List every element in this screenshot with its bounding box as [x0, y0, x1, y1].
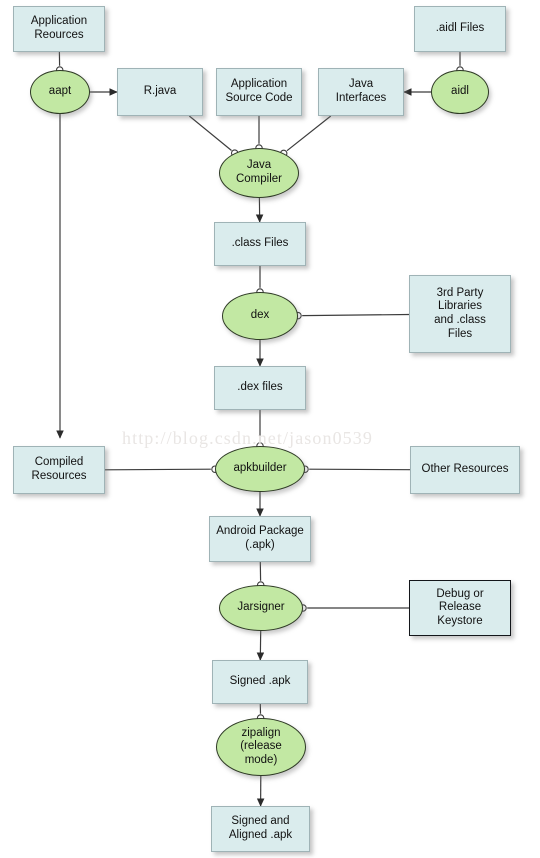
node-jarsigner: Jarsigner [219, 585, 303, 631]
edge-rjava-to-java-compiler [188, 115, 232, 151]
node-label-third-party-libs: 3rd Party Libraries and .class Files [434, 286, 486, 340]
node-aapt: aapt [30, 70, 90, 114]
node-java-compiler: Java Compiler [219, 148, 299, 198]
diagram-canvas: http://blog.csdn.net/jason0539 Applicati… [0, 0, 540, 858]
edge-other-resources-to-apkbuilder [309, 468, 411, 471]
node-label-java-compiler: Java Compiler [235, 159, 282, 185]
node-dex-files: .dex files [214, 366, 306, 410]
node-label-app-resources: Application Reources [30, 15, 88, 41]
node-label-app-source-code: Application Source Code [225, 78, 293, 104]
node-class-files: .class Files [214, 222, 306, 266]
node-label-signed-apk: Signed .apk [229, 675, 291, 688]
node-label-signed-aligned-apk: Signed and Aligned .apk [228, 815, 293, 841]
node-label-dex: dex [250, 309, 270, 322]
node-android-package: Android Package (.apk) [209, 516, 311, 562]
node-rjava: R.java [117, 68, 203, 116]
node-label-aidl: aidl [451, 85, 469, 98]
node-java-interfaces: Java Interfaces [318, 68, 404, 116]
node-label-compiled-resources: Compiled Resources [31, 456, 87, 482]
node-label-keystore: Debug or Release Keystore [436, 587, 484, 627]
edge-third-party-libs-to-dex [302, 313, 410, 317]
node-label-android-package: Android Package (.apk) [216, 525, 304, 551]
node-label-dex-files: .dex files [237, 381, 283, 394]
node-label-apkbuilder: apkbuilder [233, 462, 287, 475]
node-signed-apk: Signed .apk [212, 660, 308, 704]
node-dex: dex [222, 292, 298, 340]
node-label-java-interfaces: Java Interfaces [335, 78, 387, 104]
node-label-jarsigner: Jarsigner [237, 601, 285, 614]
node-third-party-libs: 3rd Party Libraries and .class Files [409, 275, 511, 353]
node-label-aapt: aapt [48, 85, 72, 98]
node-app-resources: Application Reources [13, 6, 105, 52]
node-compiled-resources: Compiled Resources [13, 446, 105, 494]
node-signed-aligned-apk: Signed and Aligned .apk [211, 806, 310, 852]
edge-compiled-resources-to-apkbuilder [104, 468, 211, 471]
node-zipalign: zipalign (release mode) [216, 718, 306, 776]
node-apkbuilder: apkbuilder [215, 446, 305, 492]
node-other-resources: Other Resources [410, 446, 520, 494]
node-label-other-resources: Other Resources [421, 463, 509, 476]
node-label-rjava: R.java [143, 85, 177, 98]
node-label-zipalign: zipalign (release mode) [240, 726, 282, 766]
node-aidl-files: .aidl Files [414, 6, 506, 52]
edge-java-interfaces-to-java-compiler [286, 115, 332, 152]
node-keystore: Debug or Release Keystore [409, 580, 511, 636]
node-aidl: aidl [431, 70, 489, 114]
node-app-source-code: Application Source Code [216, 68, 302, 116]
node-label-class-files: .class Files [231, 237, 289, 250]
node-label-aidl-files: .aidl Files [435, 22, 485, 35]
